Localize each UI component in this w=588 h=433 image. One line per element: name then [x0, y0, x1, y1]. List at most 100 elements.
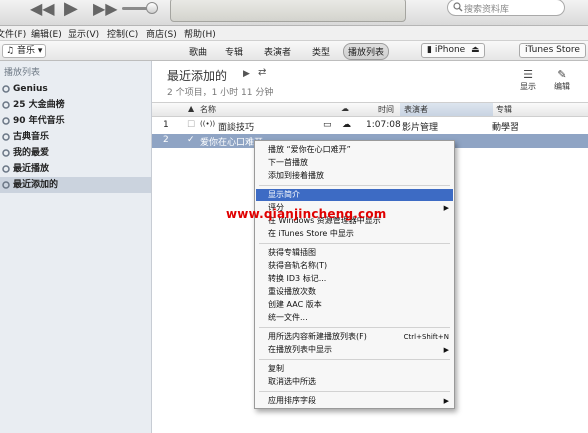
submenu-arrow-icon: ▶ — [443, 346, 449, 354]
menu-separator — [259, 185, 450, 186]
store-label: iTunes Store — [525, 45, 580, 55]
nav-bar: ♫ 音乐 ▾ 歌曲 专辑 表演者 类型 播放列表 ▮ iPhone ⏏ iTun… — [0, 41, 588, 61]
monitor-icon: ▭ — [323, 120, 332, 130]
play-icon[interactable]: ▶ — [64, 0, 78, 18]
menu-item-get-track-names[interactable]: 获得音轨名称(T) — [256, 260, 453, 272]
menu-separator — [259, 243, 450, 244]
itunes-store-button[interactable]: iTunes Store — [519, 43, 586, 58]
top-toolbar: ◀◀ ▶ ▶▶ 搜索资料库 — [0, 0, 588, 26]
menu-item-label: 在 iTunes Store 中显示 — [268, 229, 354, 238]
sidebar-item-label: 古典音乐 — [13, 132, 50, 142]
music-note-icon: ♫ — [6, 46, 15, 56]
menu-help[interactable]: 帮助(H) — [184, 27, 216, 40]
menu-item-add-up-next[interactable]: 添加到接着播放 — [256, 170, 453, 182]
sidebar-item-label: 最近播放 — [13, 164, 50, 174]
menu-item-label: 在播放列表中显示 — [268, 345, 332, 354]
device-label: iPhone — [434, 45, 466, 55]
menu-item-apply-sort-field[interactable]: 应用排序字段 ▶ — [256, 395, 453, 407]
menu-item-label: 添加到接着播放 — [268, 171, 324, 180]
library-selector[interactable]: ♫ 音乐 ▾ — [2, 44, 47, 58]
menu-separator — [259, 391, 450, 392]
menu-item-uncheck-selection[interactable]: 取消选中所选 — [256, 376, 453, 388]
track-album: 動學習 — [492, 123, 520, 133]
edit-button-label: 编辑 — [554, 82, 570, 91]
menu-item-create-aac[interactable]: 创建 AAC 版本 — [256, 299, 453, 311]
smart-playlist-icon — [2, 117, 10, 125]
menu-item-label: 转换 ID3 标记... — [268, 274, 327, 283]
volume-slider-knob[interactable] — [146, 2, 158, 14]
menu-item-label: 取消选中所选 — [268, 377, 316, 386]
edit-list-icon: ✎ — [557, 68, 567, 81]
menu-item-label: 下一首播放 — [268, 158, 308, 167]
device-button[interactable]: ▮ iPhone ⏏ — [421, 43, 486, 58]
menu-item-copy[interactable]: 复制 — [256, 363, 453, 375]
column-artist[interactable]: 表演者 — [404, 104, 428, 115]
menu-item-play-next[interactable]: 下一首播放 — [256, 157, 453, 169]
search-icon — [453, 2, 463, 12]
shuffle-icon[interactable]: ⇄ — [258, 67, 266, 78]
menu-item-convert-id3[interactable]: 转换 ID3 标记... — [256, 273, 453, 285]
view-options-icon: ☰ — [523, 68, 533, 81]
track-checkbox[interactable]: ☐ — [187, 120, 195, 130]
smart-playlist-icon — [2, 101, 10, 109]
menu-item-label: 统一文件... — [268, 313, 308, 322]
sidebar-item-label: Genius — [13, 84, 48, 94]
column-time[interactable]: 时间 — [378, 104, 394, 115]
table-row[interactable]: 1 ☐ ((•)) 面談技巧 ▭ ☁ 1:07:08 影片管理 動學習 — [152, 119, 588, 133]
menu-file[interactable]: 文件(F) — [0, 27, 26, 40]
sidebar-item-top25[interactable]: 25 大金曲榜 — [0, 97, 151, 113]
menu-item-get-artwork[interactable]: 获得专辑插图 — [256, 247, 453, 259]
sidebar-item-favorites[interactable]: 我的最爱 — [0, 145, 151, 161]
edit-button[interactable]: ✎ 编辑 — [550, 69, 574, 92]
menu-item-label: 用所选内容新建播放列表(F) — [268, 332, 367, 341]
sidebar-item-classical[interactable]: 古典音乐 — [0, 129, 151, 145]
tab-albums[interactable]: 专辑 — [225, 45, 243, 58]
menu-item-reset-plays[interactable]: 重设播放次数 — [256, 286, 453, 298]
column-album[interactable]: 专辑 — [496, 104, 512, 115]
sort-arrow-icon: ▲ — [188, 104, 195, 113]
sidebar-item-genius[interactable]: Genius — [0, 81, 151, 97]
sidebar-heading: 播放列表 — [4, 68, 41, 78]
track-name: 面談技巧 — [218, 123, 255, 133]
context-menu: 播放 “爱你在心口难开” 下一首播放 添加到接着播放 显示简介 评分 ▶ 在 Wi… — [254, 140, 455, 409]
tab-genres[interactable]: 类型 — [312, 45, 330, 58]
eject-icon[interactable]: ⏏ — [468, 45, 480, 55]
menu-item-play[interactable]: 播放 “爱你在心口难开” — [256, 144, 453, 156]
cloud-icon[interactable]: ☁ — [341, 104, 349, 113]
menu-store[interactable]: 商店(S) — [146, 27, 177, 40]
sidebar-item-label: 90 年代音乐 — [13, 116, 65, 126]
menu-separator — [259, 359, 450, 360]
smart-playlist-icon — [2, 133, 10, 141]
track-table-header: ▲ 名称 ☁ 时间 表演者 专辑 — [152, 102, 588, 117]
sidebar-item-90s[interactable]: 90 年代音乐 — [0, 113, 151, 129]
tab-playlists[interactable]: 播放列表 — [343, 43, 390, 60]
tab-artists[interactable]: 表演者 — [264, 45, 291, 58]
download-cloud-icon[interactable]: ☁ — [342, 120, 351, 130]
menu-item-new-playlist-from-selection[interactable]: 用所选内容新建播放列表(F) Ctrl+Shift+N — [256, 331, 453, 343]
submenu-arrow-icon: ▶ — [443, 397, 449, 405]
playlist-header: 最近添加的 ▶ ⇄ 2 个项目，1 小时 11 分钟 ☰ 显示 ✎ 编辑 — [152, 61, 588, 102]
track-checkbox[interactable]: ✓ — [187, 135, 195, 145]
menu-item-label: 应用排序字段 — [268, 396, 316, 405]
status-display — [170, 0, 464, 22]
menu-item-consolidate[interactable]: 统一文件... — [256, 312, 453, 324]
search-field[interactable]: 搜索资料库 — [447, 0, 565, 16]
sidebar-item-recently-added[interactable]: 最近添加的 — [0, 177, 151, 193]
rewind-icon[interactable]: ◀◀ — [30, 1, 55, 17]
fast-forward-icon[interactable]: ▶▶ — [93, 1, 118, 17]
menu-item-show-in-playlist[interactable]: 在播放列表中显示 ▶ — [256, 344, 453, 356]
view-button[interactable]: ☰ 显示 — [516, 69, 540, 92]
menu-item-get-info[interactable]: 显示简介 — [256, 189, 453, 201]
sidebar-item-recently-played[interactable]: 最近播放 — [0, 161, 151, 177]
menu-view[interactable]: 显示(V) — [68, 27, 99, 40]
menu-item-shortcut: Ctrl+Shift+N — [403, 333, 449, 341]
menu-controls[interactable]: 控制(C) — [107, 27, 138, 40]
column-name[interactable]: 名称 — [200, 104, 216, 115]
menu-item-label: 创建 AAC 版本 — [268, 300, 322, 309]
tab-songs[interactable]: 歌曲 — [189, 45, 207, 58]
menu-item-show-in-store[interactable]: 在 iTunes Store 中显示 — [256, 228, 453, 240]
sidebar-item-label: 25 大金曲榜 — [13, 100, 65, 110]
play-playlist-icon[interactable]: ▶ — [243, 69, 250, 79]
menu-edit[interactable]: 编辑(E) — [31, 27, 62, 40]
menu-item-label: 显示简介 — [268, 190, 300, 199]
